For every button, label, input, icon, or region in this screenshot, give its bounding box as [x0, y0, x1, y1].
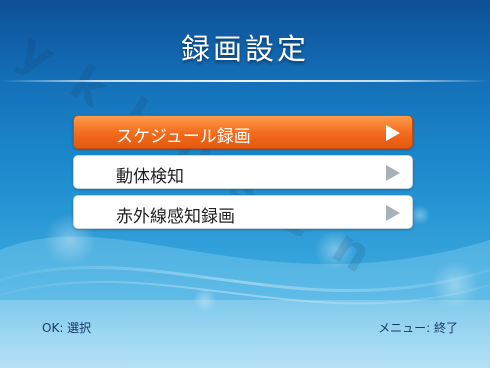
chevron-right-icon [386, 125, 400, 141]
footer-bar: OK: 選択 メニュー: 終了 [0, 300, 490, 368]
chevron-right-icon [386, 205, 400, 221]
menu-item-schedule-recording[interactable]: スケジュール録画 [73, 115, 413, 149]
menu-item-motion-detection[interactable]: 動体検知 [73, 155, 413, 189]
menu-item-label: 動体検知 [116, 167, 184, 187]
ok-select-hint: OK: 選択 [42, 321, 92, 335]
settings-screen: ykkusen 録画設定 スケジュール録画 動体検知 赤外線感知録画 OK: 選… [0, 0, 490, 368]
menu-item-label: スケジュール録画 [116, 127, 251, 147]
title-divider [0, 80, 490, 82]
menu-exit-hint: メニュー: 終了 [378, 321, 458, 335]
menu-item-label: 赤外線感知録画 [116, 207, 235, 227]
chevron-right-icon [386, 165, 400, 181]
page-title: 録画設定 [180, 32, 309, 66]
header: 録画設定 [0, 0, 490, 94]
menu-item-infrared-recording[interactable]: 赤外線感知録画 [73, 195, 413, 229]
